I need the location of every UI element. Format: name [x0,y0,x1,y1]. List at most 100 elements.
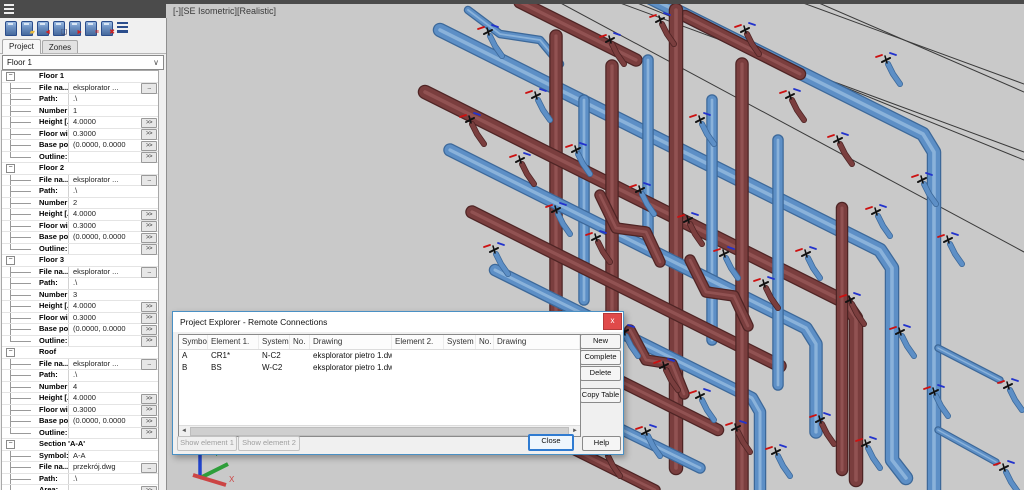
close-icon[interactable]: x [603,313,622,330]
tree-row[interactable]: Height [...4.0000>> [2,301,158,313]
toolbar-icon-copy[interactable]: ❑ [53,21,65,35]
collapse-icon[interactable]: − [6,164,15,173]
expand-button[interactable]: >> [141,405,157,416]
toolbar-icon-open-project[interactable]: ▰ [21,21,33,35]
toolbar-icon-table[interactable]: ≡ [85,21,97,35]
toolbar-icon-delete[interactable]: ✖ [101,21,113,35]
expand-button[interactable]: >> [141,302,157,313]
tree-row[interactable]: Floor wi...0.3000>> [2,405,158,417]
tree-row[interactable]: Path:.\ [2,186,158,198]
column-header[interactable]: System [259,335,290,349]
tree-row-value[interactable]: 2 [69,198,158,209]
tree-row[interactable]: File na...eksplorator ...... [2,83,158,95]
expand-button[interactable]: >> [141,336,157,347]
tree-section-row[interactable]: −Floor 1 [2,71,158,83]
collapse-icon[interactable]: − [6,256,15,265]
tree-row[interactable]: Number:1 [2,106,158,118]
table-row[interactable]: ACR1*N-C2eksplorator pietro 1.dwg [179,350,580,362]
table-row[interactable]: BBSW-C2eksplorator pietro 1.dwg [179,362,580,374]
tree-row[interactable]: Path:.\ [2,370,158,382]
column-header[interactable]: Drawing [310,335,392,349]
show-element-1-button[interactable]: Show element 1 [177,436,237,451]
tree-row-value[interactable]: .\ [69,474,158,485]
dialog-titlebar[interactable]: Project Explorer - Remote Connections x [173,312,623,332]
browse-button[interactable]: ... [141,463,157,474]
tree-row[interactable]: Height [...4.0000>> [2,209,158,221]
browse-button[interactable]: ... [141,359,157,370]
expand-button[interactable]: >> [141,244,157,255]
tree-row[interactable]: Path:.\ [2,278,158,290]
delete-button[interactable]: Delete [580,366,621,381]
column-header[interactable]: No. [290,335,310,349]
complete-button[interactable]: Complete [580,350,621,365]
panel-menu-icon[interactable] [4,4,14,14]
expand-button[interactable]: >> [141,486,157,490]
tree-row[interactable]: Height [...4.0000>> [2,393,158,405]
tree-row[interactable]: Floor wi...0.3000>> [2,129,158,141]
tree-row[interactable]: Floor wi...0.3000>> [2,221,158,233]
tree-row[interactable]: Area:>> [2,485,158,490]
tree-row[interactable]: Path:.\ [2,474,158,486]
tree-row[interactable]: Outline:>> [2,428,158,440]
tree-section-row[interactable]: −Floor 3 [2,255,158,267]
expand-button[interactable]: >> [141,417,157,428]
expand-button[interactable]: >> [141,233,157,244]
column-header[interactable]: Symbol [179,335,208,349]
tree-row[interactable]: Base po...(0.0000, 0.0000>> [2,324,158,336]
tree-row[interactable]: Base po...(0.0000, 0.0000>> [2,416,158,428]
expand-button[interactable]: >> [141,325,157,336]
tree-row[interactable]: Outline:>> [2,152,158,164]
tree-row-value[interactable]: 4 [69,382,158,393]
close-button[interactable]: Close [528,434,574,451]
expand-button[interactable]: >> [141,129,157,140]
tree-row[interactable]: Height [...4.0000>> [2,117,158,129]
tree-row-value[interactable]: .\ [69,278,158,289]
tree-row-value[interactable]: 1 [69,106,158,117]
tree-section-row[interactable]: −Section 'A-A' [2,439,158,451]
expand-button[interactable]: >> [141,394,157,405]
tree-row[interactable]: Number:4 [2,382,158,394]
collapse-icon[interactable]: − [6,440,15,449]
tree-row[interactable]: File na...przekrój.dwg... [2,462,158,474]
help-button[interactable]: Help [582,436,621,451]
tree-row-value[interactable]: .\ [69,94,158,105]
tree-row[interactable]: Outline:>> [2,336,158,348]
column-header[interactable]: No. [476,335,494,349]
connections-table[interactable]: SymbolElement 1.SystemNo.DrawingElement … [178,334,581,437]
tree-row-value[interactable]: .\ [69,186,158,197]
table-header[interactable]: SymbolElement 1.SystemNo.DrawingElement … [179,335,580,350]
tree-section-row[interactable]: −Roof [2,347,158,359]
new-button[interactable]: New [580,334,621,349]
tree-row[interactable]: File na...eksplorator ...... [2,175,158,187]
column-header[interactable]: Drawing [494,335,580,349]
expand-button[interactable]: >> [141,313,157,324]
show-element-2-button[interactable]: Show element 2 [238,436,300,451]
scroll-left-icon[interactable]: ◄ [179,427,189,436]
tree-row-value[interactable]: 3 [69,290,158,301]
expand-button[interactable]: >> [141,141,157,152]
collapse-icon[interactable]: − [6,72,15,81]
tab-zones[interactable]: Zones [42,40,78,54]
toolbar-icon-list[interactable] [117,21,129,35]
browse-button[interactable]: ... [141,175,157,186]
horizontal-scrollbar[interactable]: ◄ ► [179,425,580,436]
copy-table-button[interactable]: Copy Table [580,388,621,403]
tree-row[interactable]: Symbol:A-A [2,451,158,463]
tree-row[interactable]: File na...eksplorator ...... [2,359,158,371]
column-header[interactable]: Element 1. [208,335,259,349]
tree-row[interactable]: Number:2 [2,198,158,210]
viewport-label[interactable]: [-][SE Isometric][Realistic] [173,6,276,16]
tab-project[interactable]: Project [2,39,41,54]
expand-button[interactable]: >> [141,210,157,221]
tree-row-value[interactable]: .\ [69,370,158,381]
toolbar-icon-export[interactable]: ► [69,21,81,35]
expand-button[interactable]: >> [141,152,157,163]
collapse-icon[interactable]: − [6,348,15,357]
column-header[interactable]: Element 2. [392,335,444,349]
column-header[interactable]: System [444,335,476,349]
tree-row[interactable]: Outline:>> [2,244,158,256]
expand-button[interactable]: >> [141,221,157,232]
tree-row[interactable]: Base po...(0.0000, 0.0000>> [2,140,158,152]
tree-row-value[interactable]: A-A [69,451,158,462]
tree-section-row[interactable]: −Floor 2 [2,163,158,175]
